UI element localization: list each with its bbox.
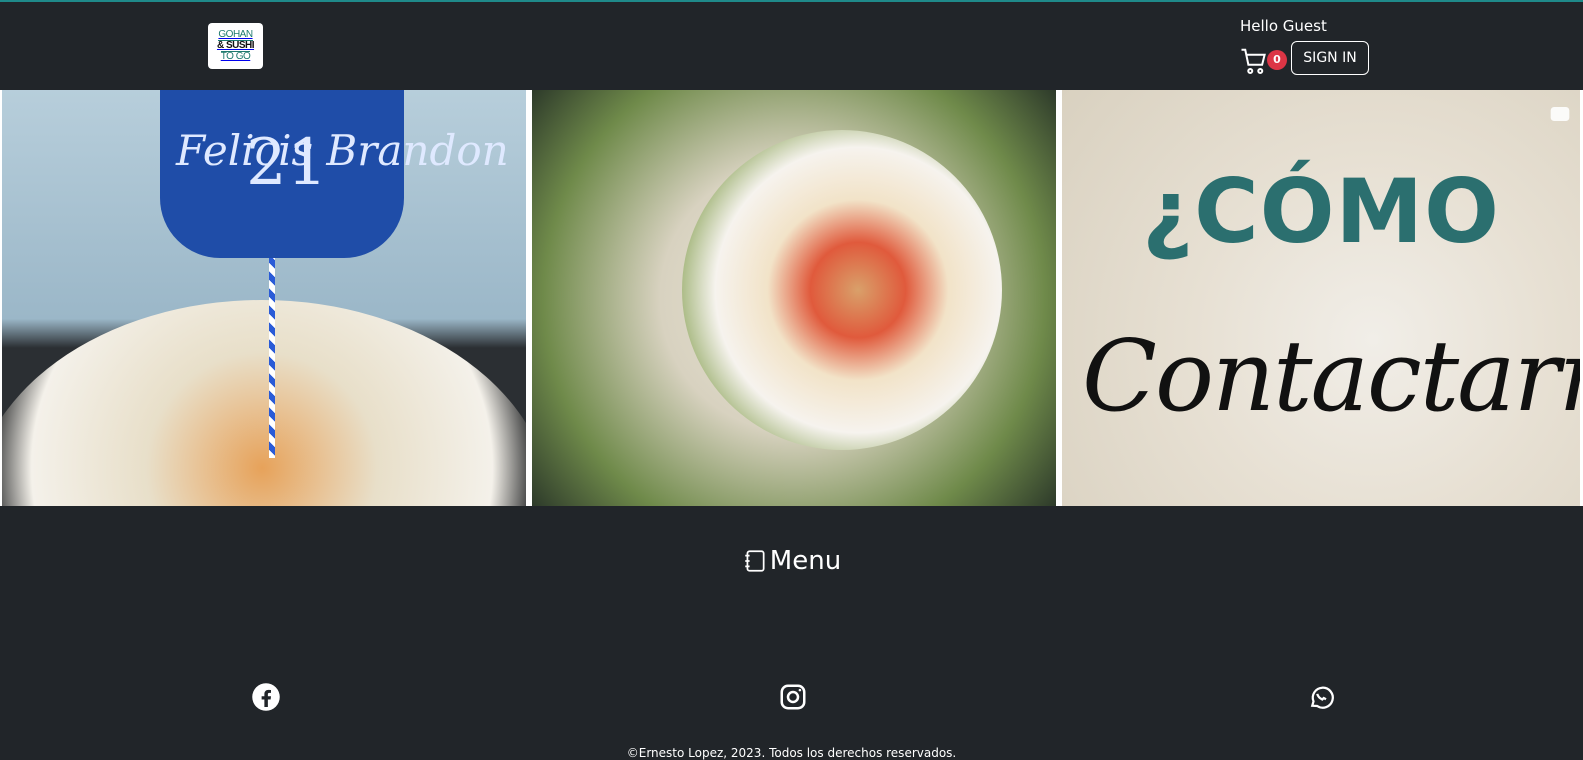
logo-line-2: & SUSHI <box>216 40 255 51</box>
whatsapp-icon[interactable] <box>1306 682 1336 712</box>
logo-line-3: TO GO <box>220 51 251 62</box>
sushi-plate <box>682 130 1002 450</box>
topper-stick <box>269 258 275 458</box>
cart-icon[interactable] <box>1239 46 1269 76</box>
topper-text: Felicis Brandon <box>176 126 509 175</box>
copyright-footer: ©Ernesto Lopez, 2023. Todos los derechos… <box>626 746 957 760</box>
site-header: GOHAN & SUSHI TO GO Hello Guest 0 SIGN I… <box>0 2 1583 90</box>
play-icon <box>1550 107 1570 121</box>
menu-section: Menu <box>0 548 1583 596</box>
sushi-tray <box>2 300 526 506</box>
menu-label: Menu <box>769 546 842 576</box>
user-greeting: Hello Guest <box>1240 17 1327 35</box>
image-carousel[interactable]: Felicis Brandon 21 ¿CÓMO Contactarnos? <box>0 90 1583 506</box>
sign-in-button[interactable]: SIGN IN <box>1291 41 1369 75</box>
carousel-slide-contact: ¿CÓMO Contactarnos? <box>1062 90 1580 506</box>
brand-logo[interactable]: GOHAN & SUSHI TO GO <box>208 23 263 69</box>
cart-count-badge: 0 <box>1267 50 1287 70</box>
carousel-slide-sushi <box>532 90 1056 506</box>
contact-title: ¿CÓMO <box>1142 160 1500 263</box>
menu-link[interactable]: Menu <box>742 548 841 574</box>
topper-number: 21 <box>246 126 328 200</box>
carousel-slide-birthday: Felicis Brandon 21 <box>2 90 526 506</box>
journal-icon <box>745 550 765 572</box>
contact-subtitle: Contactarnos? <box>1082 320 1580 434</box>
instagram-icon[interactable] <box>778 682 808 712</box>
facebook-icon[interactable] <box>251 682 281 712</box>
